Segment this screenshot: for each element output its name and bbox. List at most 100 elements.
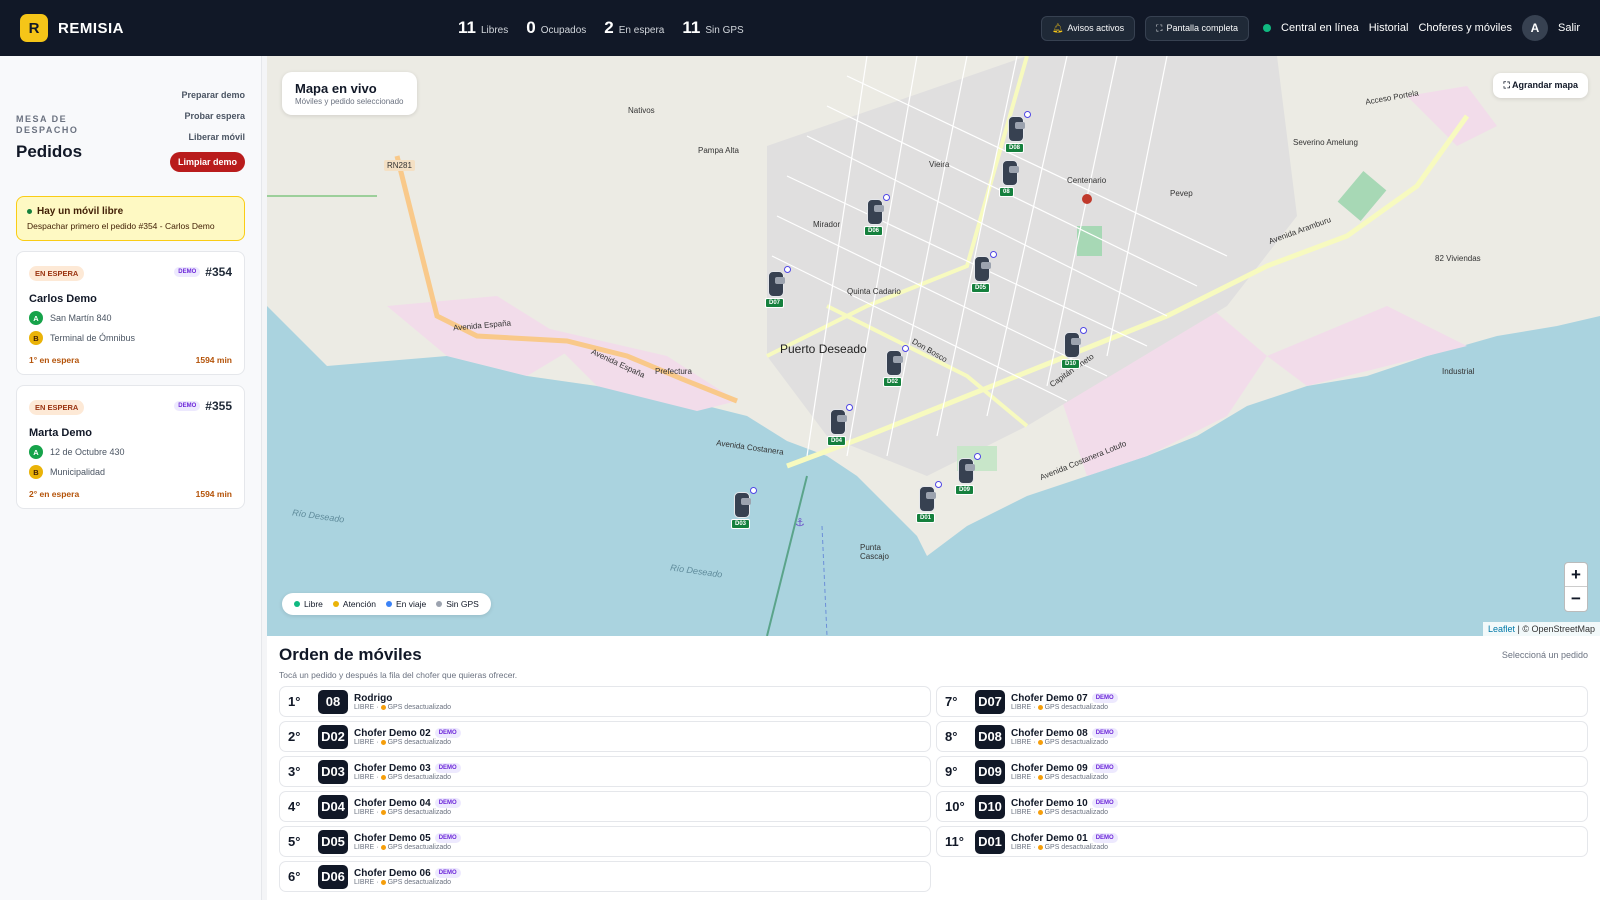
vehicle-marker[interactable]: D06	[864, 194, 890, 239]
gps-warning-dot	[380, 739, 386, 745]
test-wait-button[interactable]: Probar espera	[184, 111, 245, 121]
vehicle-tag: D01	[916, 513, 936, 523]
driver-row[interactable]: 3° D03 Chofer Demo 03 DEMO LIBRE · GPS de…	[279, 756, 931, 787]
map-label: 82 Viviendas	[1435, 254, 1481, 263]
driver-row[interactable]: 6° D06 Chofer Demo 06 DEMO LIBRE · GPS de…	[279, 861, 931, 892]
vehicle-marker[interactable]: D02	[883, 345, 909, 390]
driver-row[interactable]: 11° D01 Chofer Demo 01 DEMO LIBRE · GPS d…	[936, 826, 1588, 857]
demo-badge: DEMO	[434, 728, 461, 738]
prepare-demo-button[interactable]: Preparar demo	[181, 90, 245, 100]
demo-badge: DEMO	[434, 763, 461, 773]
gps-warning-dot	[1037, 704, 1043, 710]
vehicle-marker[interactable]: 08	[999, 160, 1021, 200]
driver-name: Rodrigo	[354, 692, 393, 704]
map-subtitle: Móviles y pedido seleccionado	[295, 97, 404, 106]
vehicle-tag: D06	[864, 226, 884, 236]
unit-number: D08	[975, 724, 1005, 749]
alerts-button-label: Avisos activos	[1067, 23, 1125, 33]
top-bar: R REMISIA 11 Libres 0 Ocupados 2 En espera …	[0, 0, 1600, 56]
status-summary: 11 Libres 0 Ocupados 2 En espera 11 Sin GPS	[458, 0, 744, 56]
unit-number: D03	[318, 759, 348, 784]
gps-indicator	[1080, 327, 1087, 334]
driver-info: Chofer Demo 04 DEMO LIBRE · GPS desactual…	[354, 798, 461, 816]
free-unit-alert: Hay un móvil libre Despachar primero el …	[16, 196, 245, 241]
vehicle-marker[interactable]: D08	[1005, 111, 1031, 156]
release-unit-button[interactable]: Liberar móvil	[188, 132, 245, 142]
driver-row[interactable]: 2° D02 Chofer Demo 02 DEMO LIBRE · GPS de…	[279, 721, 931, 752]
vehicle-tag: D07	[765, 298, 785, 308]
alert-subtitle: Despachar primero el pedido #354 - Carlo…	[27, 221, 215, 231]
demo-actions: Preparar demo Probar espera Liberar móvi…	[169, 90, 245, 172]
dropoff-stop: B Municipalidad	[29, 465, 232, 479]
vehicle-marker[interactable]: D03	[731, 487, 757, 532]
legend-dot	[294, 601, 300, 607]
vehicle-marker[interactable]: D09	[955, 453, 981, 498]
enlarge-map-button[interactable]: ⛶ Agrandar mapa	[1493, 73, 1588, 98]
nav-history[interactable]: Historial	[1369, 22, 1409, 34]
pickup-address: San Martín 840	[50, 313, 112, 323]
leaflet-link[interactable]: Leaflet	[1488, 624, 1515, 634]
driver-status-label: LIBRE	[1011, 773, 1032, 781]
logout-link[interactable]: Salir	[1558, 22, 1580, 34]
zoom-out-button[interactable]: −	[1565, 587, 1587, 611]
driver-status-label: LIBRE	[354, 878, 375, 886]
driver-row[interactable]: 1° 08 Rodrigo LIBRE · GPS desactualizado	[279, 686, 931, 717]
unit-number: D02	[318, 724, 348, 749]
gps-warning-dot	[380, 704, 386, 710]
dropoff-address: Municipalidad	[50, 467, 106, 477]
stat-value: 11	[682, 18, 701, 37]
driver-name: Chofer Demo 10	[1011, 797, 1088, 809]
driver-info: Chofer Demo 02 DEMO LIBRE · GPS desactual…	[354, 728, 461, 746]
select-order-prompt: Seleccioná un pedido	[1501, 650, 1588, 660]
driver-info: Chofer Demo 10 DEMO LIBRE · GPS desactual…	[1011, 798, 1118, 816]
status-separator: ·	[1033, 703, 1036, 711]
order-id-group: DEMO #354	[174, 265, 232, 279]
unit-number: D04	[318, 794, 348, 819]
unit-number: 08	[318, 689, 348, 714]
alerts-button[interactable]: 🔔︎ Avisos activos	[1040, 15, 1136, 41]
fullscreen-button[interactable]: ⛶ Pantalla completa	[1145, 15, 1250, 41]
driver-row[interactable]: 5° D05 Chofer Demo 05 DEMO LIBRE · GPS de…	[279, 826, 931, 857]
stat-value: 11	[458, 18, 476, 37]
clear-demo-button[interactable]: Limpiar demo	[169, 152, 245, 172]
vehicle-marker[interactable]: D01	[916, 481, 942, 526]
nav-drivers[interactable]: Choferes y móviles	[1418, 22, 1512, 34]
status-separator: ·	[376, 738, 379, 746]
map-label: Pevep	[1170, 189, 1193, 198]
driver-row[interactable]: 9° D09 Chofer Demo 09 DEMO LIBRE · GPS de…	[936, 756, 1588, 787]
live-map[interactable]: ⚓ Puerto Deseado Mirador Quinta Cadario …	[267, 56, 1600, 636]
legend-label: Libre	[304, 599, 323, 609]
section-label: MESA DE DESPACHO	[16, 114, 79, 135]
driver-row[interactable]: 10° D10 Chofer Demo 10 DEMO LIBRE · GPS d…	[936, 791, 1588, 822]
avatar[interactable]: A	[1521, 15, 1548, 41]
driver-row[interactable]: 4° D04 Chofer Demo 04 DEMO LIBRE · GPS de…	[279, 791, 931, 822]
vehicle-marker[interactable]: D05	[971, 251, 997, 296]
driver-row[interactable]: 7° D07 Chofer Demo 07 DEMO LIBRE · GPS de…	[936, 686, 1588, 717]
car-icon	[919, 486, 936, 512]
driver-status: LIBRE · GPS desactualizado	[1011, 704, 1118, 711]
status-separator: ·	[376, 843, 379, 851]
driver-status-label: LIBRE	[354, 773, 375, 781]
order-card[interactable]: EN ESPERA DEMO #354 Carlos Demo A San Mar…	[16, 251, 245, 375]
car-icon	[1064, 332, 1081, 358]
status-badge: EN ESPERA	[29, 266, 85, 281]
rank-position: 6°	[288, 869, 301, 884]
vehicle-marker[interactable]: D04	[827, 404, 853, 449]
car-icon	[974, 256, 991, 282]
driver-status-label: LIBRE	[1011, 738, 1032, 746]
map-label: Industrial	[1442, 367, 1475, 376]
zoom-in-button[interactable]: +	[1565, 563, 1587, 587]
pickup-address: 12 de Octubre 430	[50, 447, 125, 457]
order-id: #354	[205, 265, 232, 279]
gps-indicator	[974, 453, 981, 460]
order-card[interactable]: EN ESPERA DEMO #355 Marta Demo A 12 de Oc…	[16, 385, 245, 509]
status-separator: ·	[1033, 843, 1036, 851]
vehicle-marker[interactable]: D07	[765, 266, 791, 311]
vehicle-marker[interactable]: D10	[1061, 327, 1087, 372]
vehicle-tag: D10	[1061, 359, 1081, 369]
stat-value: 2	[604, 18, 614, 37]
driver-row[interactable]: 8° D08 Chofer Demo 08 DEMO LIBRE · GPS de…	[936, 721, 1588, 752]
stat-value: 0	[526, 18, 536, 37]
gps-status: GPS desactualizado	[1044, 808, 1109, 816]
map-label: Severino Amelung	[1293, 138, 1358, 147]
